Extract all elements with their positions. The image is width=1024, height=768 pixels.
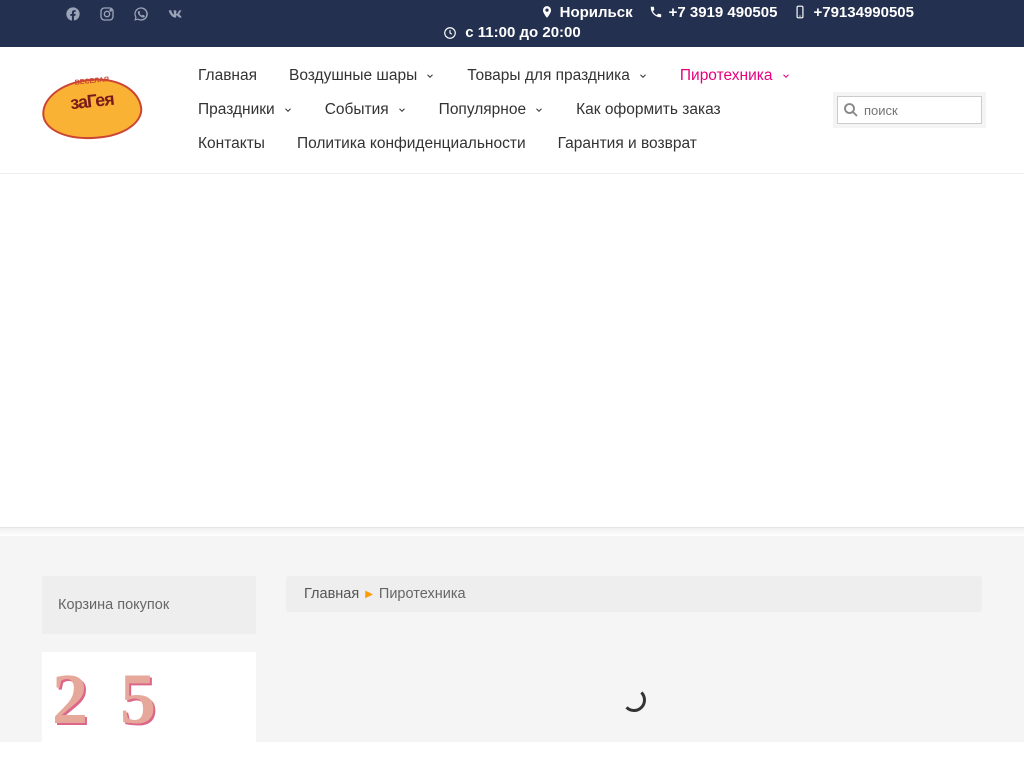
loading-area: [286, 612, 982, 712]
city-link[interactable]: Норильск: [540, 4, 633, 21]
social-icons: [20, 2, 183, 22]
hours-label: с 11:00 до 20:00: [465, 24, 580, 41]
nav-item-label: Товары для праздника: [467, 67, 630, 85]
sidebar: Корзина покупок 2 5: [42, 576, 256, 742]
topbar: Норильск +7 3919 490505 +79134990505 с 1…: [0, 0, 1024, 47]
chevron-down-icon: [781, 71, 791, 81]
chevron-down-icon: [397, 105, 407, 115]
nav-item-0[interactable]: Главная: [182, 65, 273, 87]
instagram-icon[interactable]: [99, 6, 115, 22]
spinner-icon: [622, 688, 646, 712]
nav-item-8[interactable]: Контакты: [182, 133, 281, 155]
nav-item-10[interactable]: Гарантия и возврат: [542, 133, 713, 155]
phone2-label: +79134990505: [813, 4, 914, 21]
nav-item-4[interactable]: Праздники: [182, 99, 309, 121]
nav-item-5[interactable]: События: [309, 99, 423, 121]
nav-item-1[interactable]: Воздушные шары: [273, 65, 451, 87]
header: ВЕСЕЛАЯ заГея Главная Воздушные шары Товар…: [0, 47, 1024, 174]
logo[interactable]: ВЕСЕЛАЯ заГея: [42, 73, 142, 148]
nav-item-label: Пиротехника: [680, 67, 773, 85]
nav-item-label: Гарантия и возврат: [558, 135, 697, 153]
whatsapp-icon[interactable]: [133, 6, 149, 22]
nav-item-label: Праздники: [198, 101, 275, 119]
nav-item-7[interactable]: Как оформить заказ: [560, 99, 737, 121]
city-label: Норильск: [560, 4, 633, 21]
breadcrumb-sep-icon: ▶: [365, 589, 373, 600]
nav-item-label: Главная: [198, 67, 257, 85]
phone1-link[interactable]: +7 3919 490505: [649, 4, 778, 21]
main-nav: Главная Воздушные шары Товары для праздник…: [182, 65, 817, 155]
phone1-label: +7 3919 490505: [669, 4, 778, 21]
balloon-digit-2: 5: [120, 658, 156, 741]
nav-item-label: Контакты: [198, 135, 265, 153]
breadcrumb-current: Пиротехника: [379, 586, 466, 602]
hero-spacer: [0, 174, 1024, 528]
clock-icon: [443, 26, 457, 40]
nav-item-3[interactable]: Пиротехника: [664, 65, 807, 87]
breadcrumb: Главная ▶ Пиротехника: [286, 576, 982, 612]
search-box[interactable]: [837, 96, 982, 124]
chevron-down-icon: [534, 105, 544, 115]
main-content: Главная ▶ Пиротехника: [286, 576, 982, 742]
cart-box[interactable]: Корзина покупок: [42, 576, 256, 634]
search-input[interactable]: [864, 103, 977, 118]
breadcrumb-home[interactable]: Главная: [304, 586, 359, 602]
balloon-digit-1: 2: [52, 658, 88, 741]
search-icon: [842, 101, 860, 119]
chevron-down-icon: [283, 105, 293, 115]
vk-icon[interactable]: [167, 6, 183, 22]
phone-icon: [649, 5, 663, 19]
nav-item-label: Как оформить заказ: [576, 101, 721, 119]
cart-title: Корзина покупок: [58, 597, 169, 613]
phone2-link[interactable]: +79134990505: [793, 4, 914, 21]
nav-item-9[interactable]: Политика конфиденциальности: [281, 133, 542, 155]
shadow-band: [0, 528, 1024, 536]
content-area: Корзина покупок 2 5 Главная ▶ Пиротехник…: [0, 536, 1024, 742]
chevron-down-icon: [638, 71, 648, 81]
sidebar-promo[interactable]: 2 5: [42, 652, 256, 742]
nav-item-2[interactable]: Товары для праздника: [451, 65, 664, 87]
nav-item-label: Политика конфиденциальности: [297, 135, 526, 153]
chevron-down-icon: [425, 71, 435, 81]
facebook-icon[interactable]: [65, 6, 81, 22]
nav-item-label: Воздушные шары: [289, 67, 417, 85]
nav-item-6[interactable]: Популярное: [423, 99, 560, 121]
nav-item-label: События: [325, 101, 389, 119]
location-icon: [540, 5, 554, 19]
mobile-icon: [793, 5, 807, 19]
nav-item-label: Популярное: [439, 101, 526, 119]
